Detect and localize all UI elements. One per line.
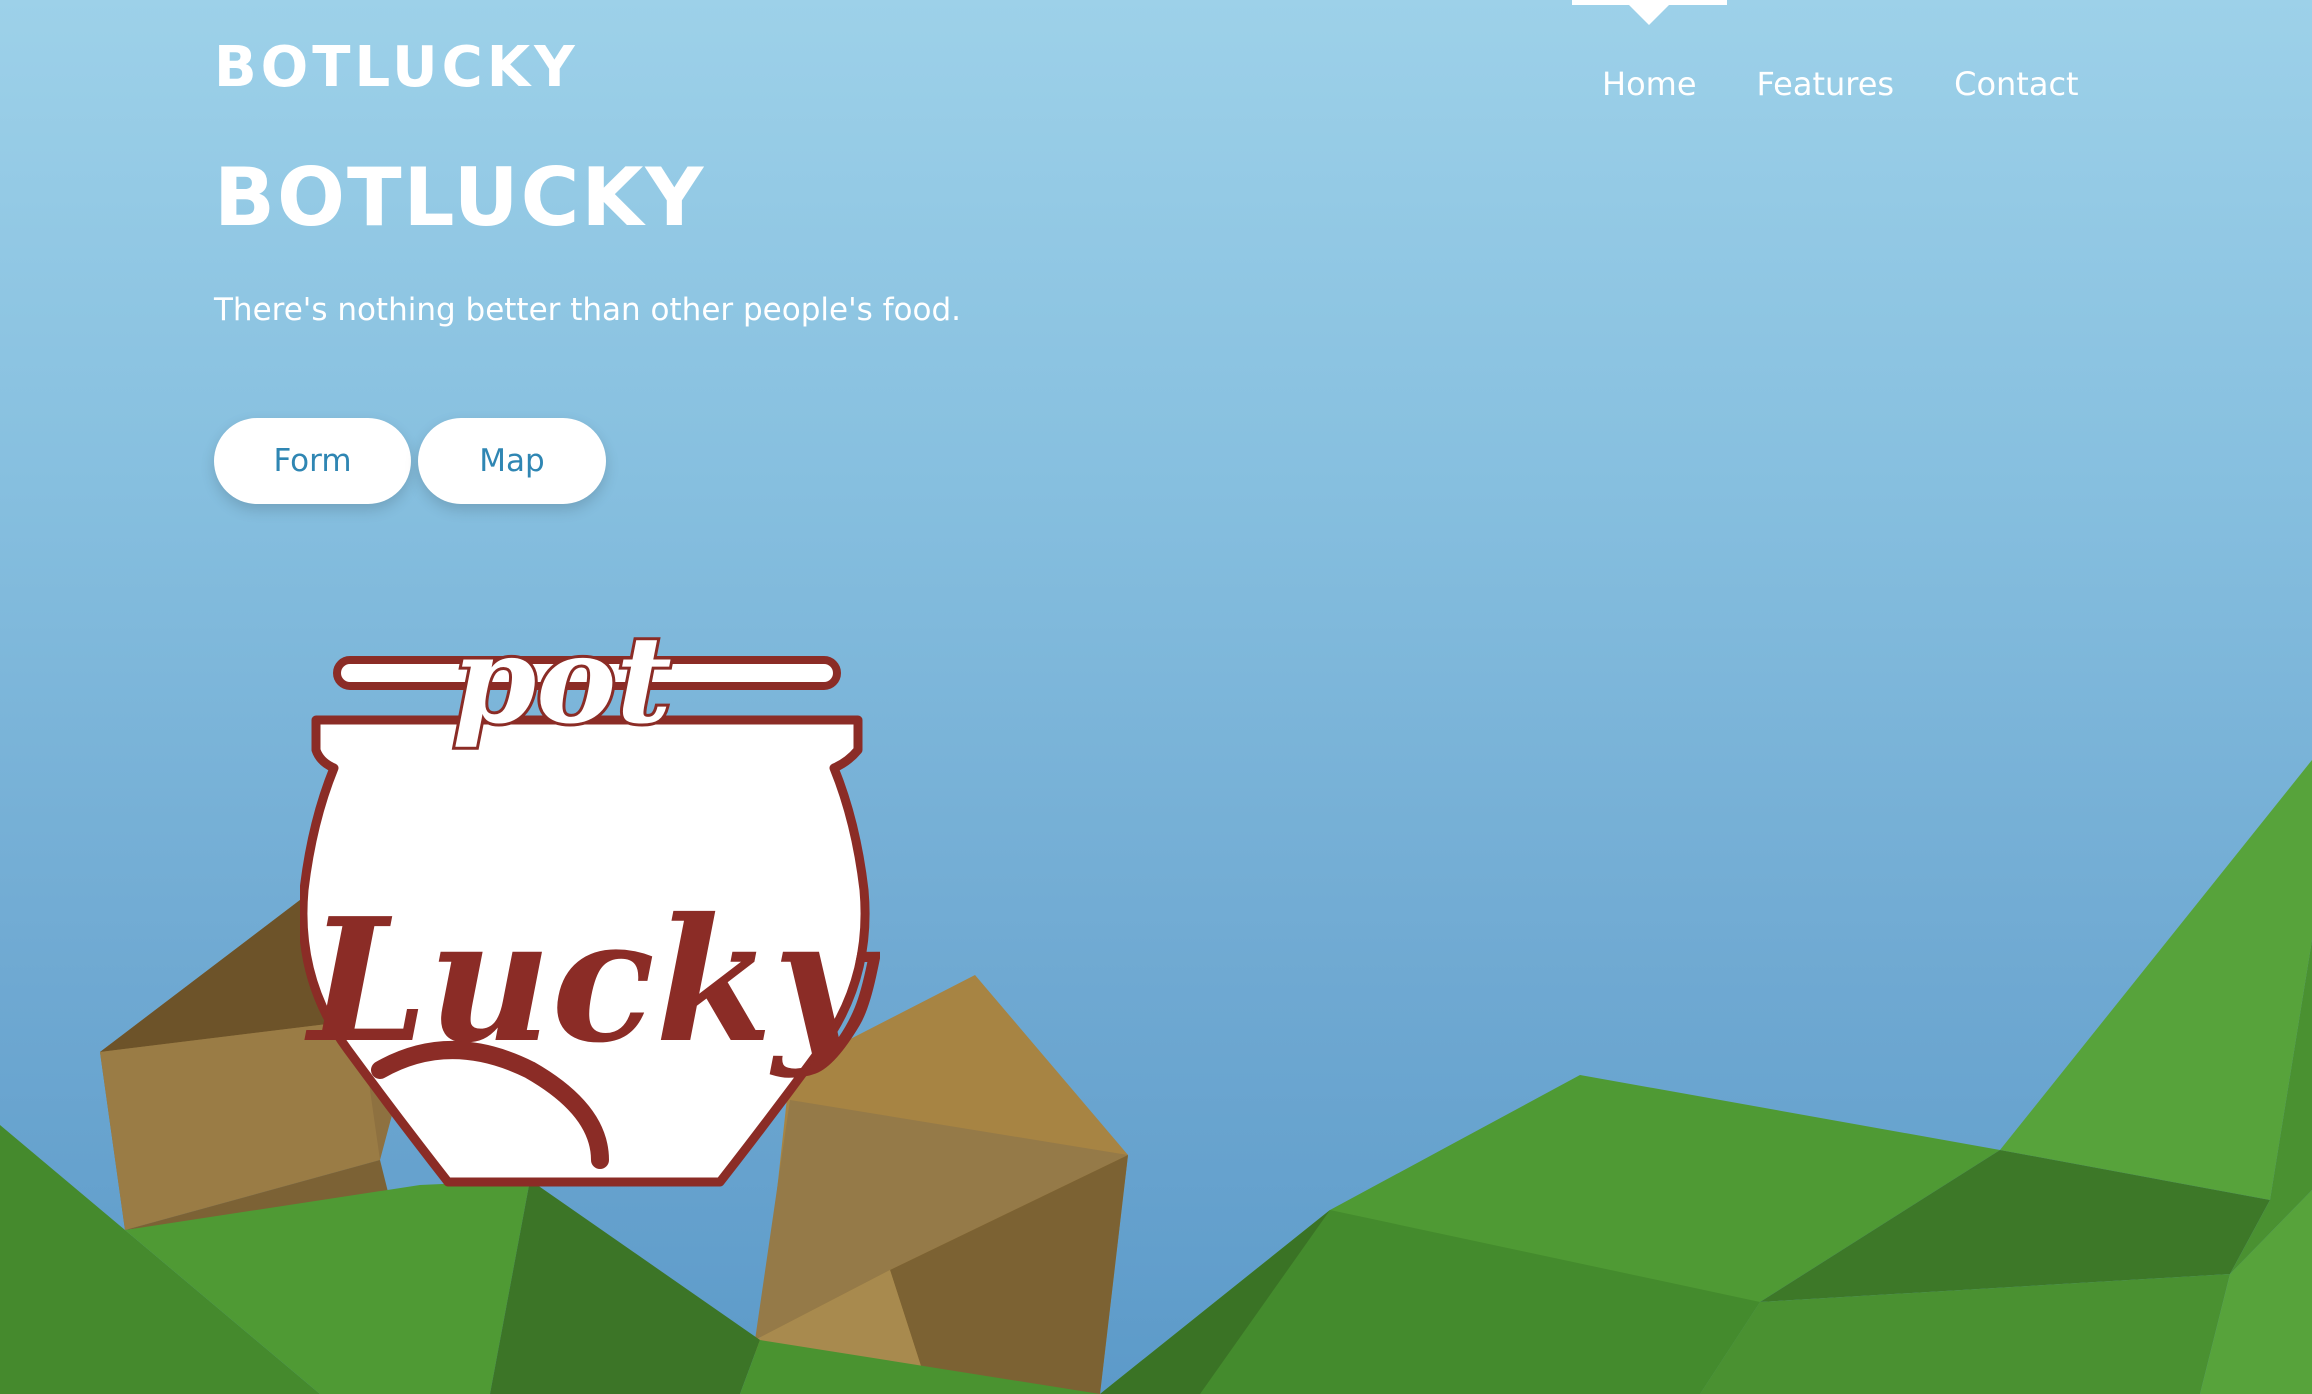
nav-item-features[interactable]: Features [1727,60,1925,108]
brand-logo-text[interactable]: BOTLUCKY [214,40,579,96]
nav-item-contact[interactable]: Contact [1924,60,2109,108]
form-button[interactable]: Form [214,418,411,504]
logo-lucky-word: Lucky [304,881,880,1081]
page: BOTLUCKY Home Features Contact BOTLUCKY … [0,0,2312,1394]
grass-shape [2000,760,2312,1200]
hero-subtitle: There's nothing better than other people… [214,292,961,328]
main-nav: Home Features Contact [1572,0,2109,108]
nav-item-home[interactable]: Home [1572,0,1727,108]
logo-pot-word: pot [452,610,671,751]
grass-shape [490,1180,760,1394]
hero-title: BOTLUCKY [214,151,706,244]
map-button[interactable]: Map [418,418,606,504]
potlucky-logo: pot Lucky [300,607,880,1187]
